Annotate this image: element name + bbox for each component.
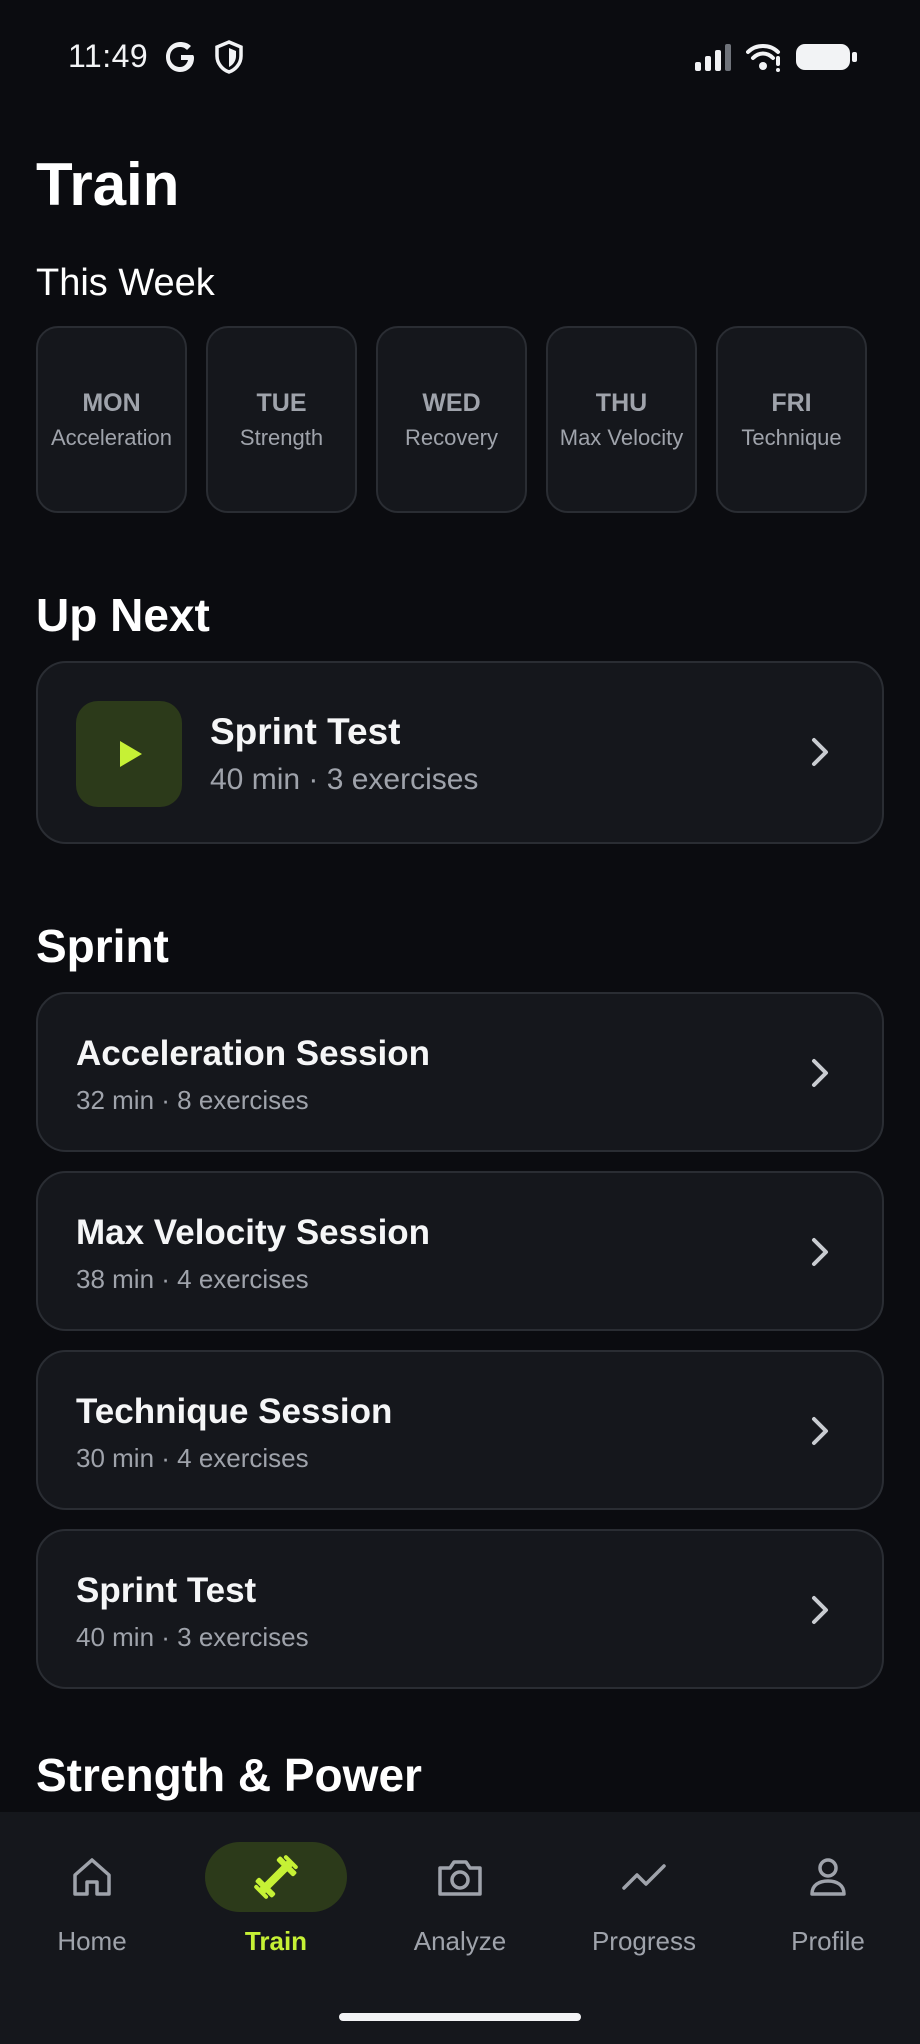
chevron-right-icon bbox=[808, 1414, 832, 1453]
nav-pill bbox=[21, 1842, 163, 1912]
nav-pill bbox=[573, 1842, 715, 1912]
session-card[interactable]: Acceleration Session 32 min · 8 exercise… bbox=[36, 992, 884, 1152]
bottom-nav: Home Train Analyze Progress Profile bbox=[0, 1812, 920, 2044]
chevron-right-icon bbox=[808, 1593, 832, 1632]
session-title: Technique Session bbox=[76, 1392, 393, 1431]
week-day-label: WED bbox=[422, 388, 481, 417]
nav-pill bbox=[757, 1842, 899, 1912]
week-day-label: MON bbox=[82, 388, 141, 417]
nav-label: Analyze bbox=[413, 1926, 507, 1956]
session-meta: 38 min · 4 exercises bbox=[76, 1264, 309, 1294]
week-day-label: TUE bbox=[256, 388, 307, 417]
nav-item-home[interactable]: Home bbox=[0, 1842, 184, 1982]
signal-icon bbox=[694, 42, 734, 77]
chevron-right-icon bbox=[808, 1056, 832, 1095]
week-day-type: Max Velocity bbox=[559, 424, 684, 450]
status-time: 11:49 bbox=[68, 38, 149, 74]
session-title: Sprint Test bbox=[76, 1571, 257, 1610]
session-meta: 32 min · 8 exercises bbox=[76, 1085, 309, 1115]
session-card[interactable]: Technique Session 30 min · 4 exercises bbox=[36, 1350, 884, 1510]
week-day-card-mon[interactable]: MON Acceleration bbox=[36, 326, 187, 513]
wifi-icon bbox=[746, 42, 782, 77]
camera-icon bbox=[438, 1860, 482, 1896]
session-meta: 30 min · 4 exercises bbox=[76, 1443, 309, 1473]
home-indicator[interactable] bbox=[339, 2013, 581, 2021]
week-day-card-thu[interactable]: THU Max Velocity bbox=[546, 326, 697, 513]
shield-icon bbox=[214, 40, 244, 79]
nav-label-active: Train bbox=[244, 1926, 308, 1956]
week-day-card-wed[interactable]: WED Recovery bbox=[376, 326, 527, 513]
play-button[interactable] bbox=[76, 701, 182, 807]
up-next-heading: Up Next bbox=[36, 589, 210, 641]
nav-item-progress[interactable]: Progress bbox=[552, 1842, 736, 1982]
week-day-label: FRI bbox=[771, 388, 812, 417]
sprint-heading: Sprint bbox=[36, 920, 169, 972]
play-icon bbox=[120, 741, 142, 767]
nav-label: Profile bbox=[791, 1926, 865, 1956]
week-day-type: Strength bbox=[239, 424, 324, 450]
nav-label: Home bbox=[57, 1926, 127, 1956]
nav-item-train[interactable]: Train bbox=[184, 1842, 368, 1982]
up-next-meta: 40 min · 3 exercises bbox=[210, 763, 479, 796]
week-day-type: Acceleration bbox=[50, 424, 173, 450]
this-week-heading: This Week bbox=[36, 262, 215, 304]
week-day-type: Recovery bbox=[405, 424, 498, 450]
week-day-card-tue[interactable]: TUE Strength bbox=[206, 326, 357, 513]
session-title: Max Velocity Session bbox=[76, 1213, 431, 1252]
week-day-label: THU bbox=[595, 388, 648, 417]
google-icon bbox=[164, 40, 198, 79]
session-card[interactable]: Sprint Test 40 min · 3 exercises bbox=[36, 1529, 884, 1689]
up-next-title: Sprint Test bbox=[210, 711, 401, 752]
session-meta: 40 min · 3 exercises bbox=[76, 1622, 309, 1652]
person-icon bbox=[810, 1858, 846, 1896]
dumbbell-icon bbox=[254, 1855, 298, 1899]
nav-pill-active bbox=[205, 1842, 347, 1912]
nav-pill bbox=[389, 1842, 531, 1912]
session-card[interactable]: Max Velocity Session 38 min · 4 exercise… bbox=[36, 1171, 884, 1331]
nav-item-analyze[interactable]: Analyze bbox=[368, 1842, 552, 1982]
session-title: Acceleration Session bbox=[76, 1034, 431, 1073]
chevron-right-icon bbox=[808, 735, 832, 774]
nav-label: Progress bbox=[591, 1926, 697, 1956]
week-day-card-fri[interactable]: FRI Technique bbox=[716, 326, 867, 513]
trending-up-icon bbox=[622, 1864, 666, 1890]
nav-item-profile[interactable]: Profile bbox=[736, 1842, 920, 1982]
status-bar: 11:49 bbox=[0, 0, 920, 118]
strength-power-heading: Strength & Power bbox=[36, 1749, 422, 1801]
chevron-right-icon bbox=[808, 1235, 832, 1274]
home-icon bbox=[73, 1858, 111, 1896]
week-day-type: Technique bbox=[741, 424, 842, 450]
up-next-card[interactable]: Sprint Test 40 min · 3 exercises bbox=[36, 661, 884, 844]
page-title: Train bbox=[36, 151, 180, 218]
battery-icon bbox=[796, 42, 858, 77]
